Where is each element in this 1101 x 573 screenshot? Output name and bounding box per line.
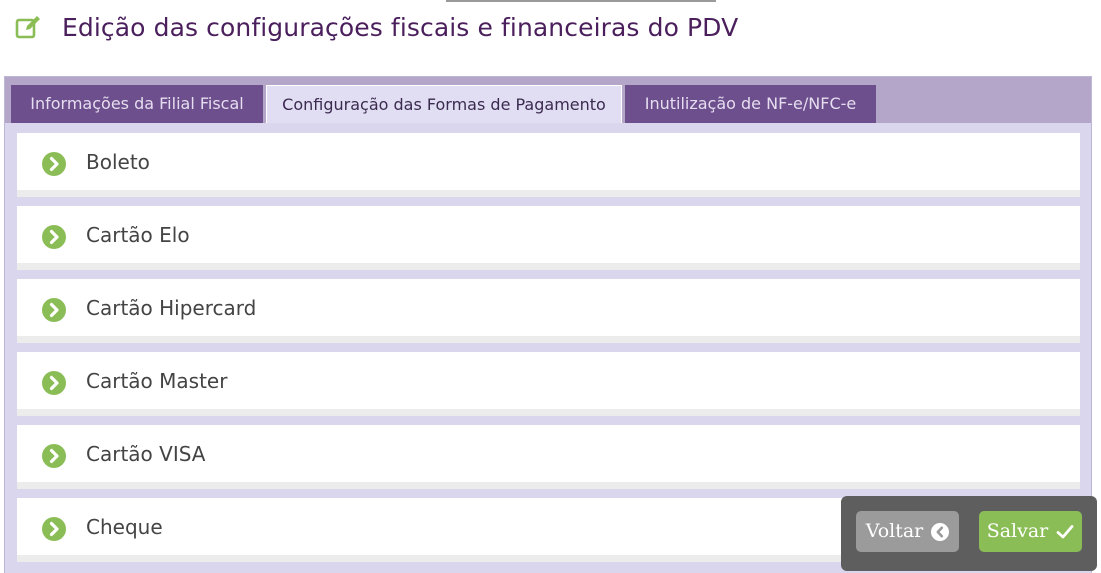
chevron-right-circle-icon xyxy=(42,152,66,176)
chevron-right-circle-icon xyxy=(42,225,66,249)
save-button-label: Salvar xyxy=(986,520,1049,542)
edit-icon xyxy=(15,16,40,39)
top-progress-line xyxy=(446,0,716,2)
payment-method-label: Cartão Elo xyxy=(86,223,190,247)
payment-method-cartao-hipercard[interactable]: Cartão Hipercard xyxy=(17,279,1080,343)
chevron-right-circle-icon xyxy=(42,444,66,468)
back-button-label: Voltar xyxy=(865,520,924,542)
tab-inutilizacao[interactable]: Inutilização de NF-e/NFC-e xyxy=(625,85,876,123)
payment-method-label: Cartão Master xyxy=(86,369,228,393)
tab-bar: Informações da Filial Fiscal Configuraçã… xyxy=(5,77,1091,123)
tab-filial-fiscal[interactable]: Informações da Filial Fiscal xyxy=(11,85,263,123)
payment-method-cartao-visa[interactable]: Cartão VISA xyxy=(17,425,1080,489)
payment-method-label: Cartão VISA xyxy=(86,442,206,466)
payment-method-label: Cartão Hipercard xyxy=(86,296,257,320)
page-title: Edição das configurações fiscais e finan… xyxy=(62,12,739,42)
check-icon xyxy=(1056,524,1074,538)
payment-method-label: Boleto xyxy=(86,150,150,174)
tab-formas-pagamento[interactable]: Configuração das Formas de Pagamento xyxy=(266,85,622,123)
payment-method-label: Cheque xyxy=(86,515,163,539)
floating-action-bar: Voltar Salvar xyxy=(841,496,1097,571)
chevron-right-circle-icon xyxy=(42,298,66,322)
chevron-right-circle-icon xyxy=(42,371,66,395)
payment-method-boleto[interactable]: Boleto xyxy=(17,133,1080,197)
chevron-right-circle-icon xyxy=(42,517,66,541)
payment-method-cartao-elo[interactable]: Cartão Elo xyxy=(17,206,1080,270)
page-header: Edição das configurações fiscais e finan… xyxy=(14,10,738,44)
save-button[interactable]: Salvar xyxy=(979,511,1082,552)
payment-method-cartao-master[interactable]: Cartão Master xyxy=(17,352,1080,416)
chevron-left-circle-icon xyxy=(931,522,950,541)
back-button[interactable]: Voltar xyxy=(856,511,959,552)
